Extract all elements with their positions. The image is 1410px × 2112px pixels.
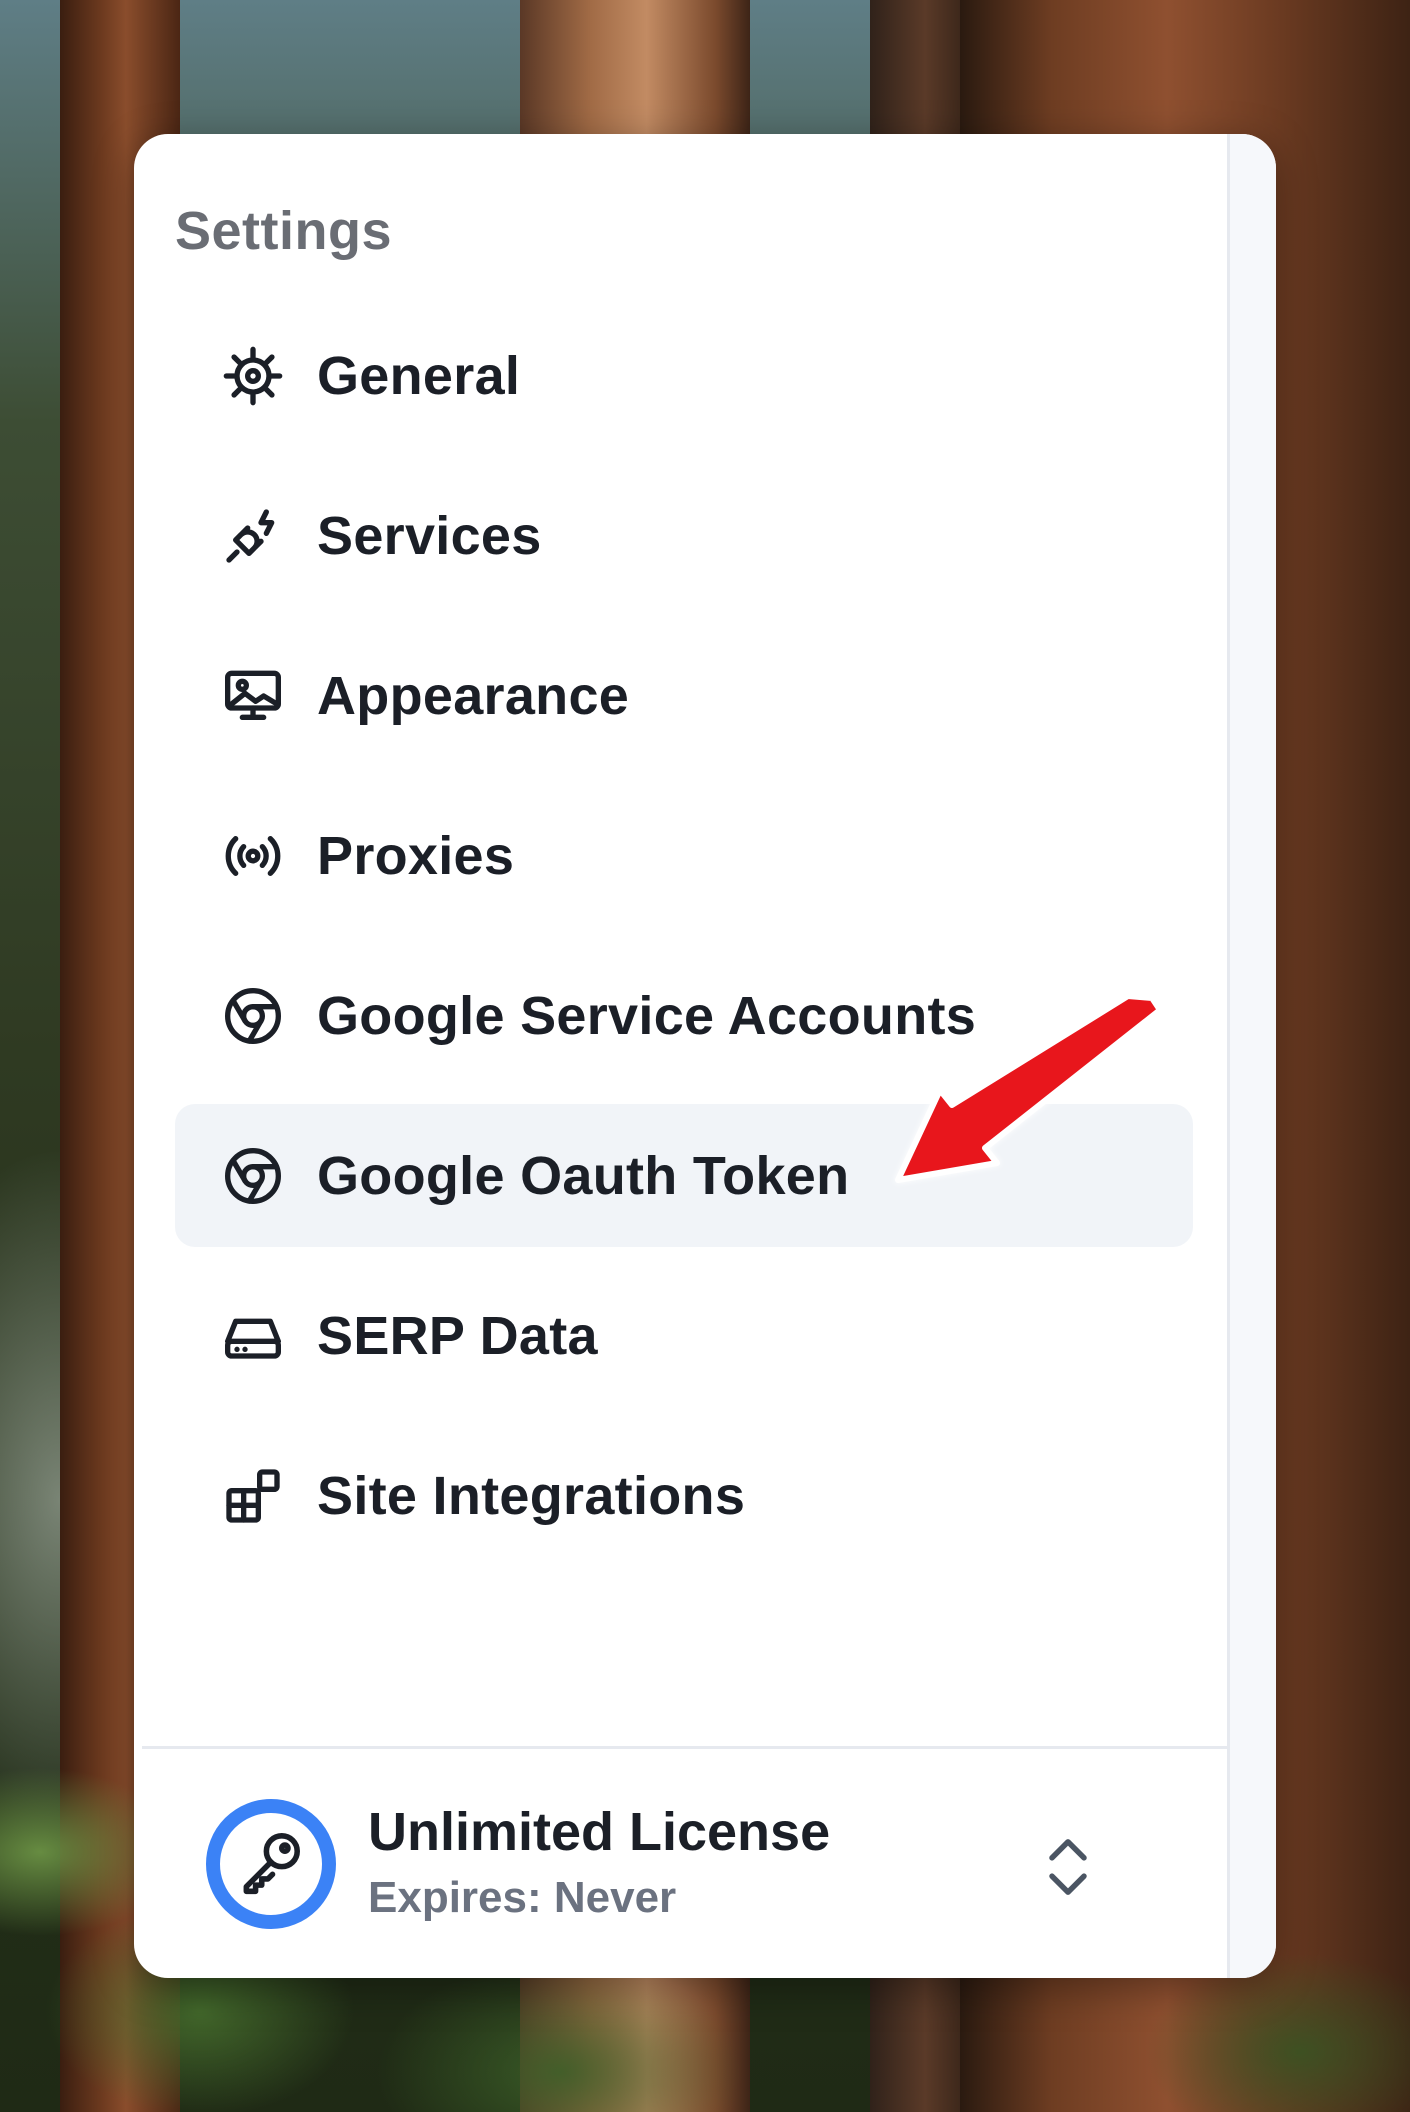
- nav-label: Services: [317, 505, 542, 566]
- chrome-icon: [221, 984, 285, 1048]
- gear-icon: [221, 344, 285, 408]
- settings-nav: General Services Appearance Proxies Goog…: [175, 304, 1193, 1584]
- license-switcher[interactable]: Unlimited License Expires: Never: [206, 1794, 1206, 1934]
- chrome-icon: [221, 1144, 285, 1208]
- nav-item-site-integrations[interactable]: Site Integrations: [175, 1424, 1193, 1567]
- nav-item-google-oauth-token[interactable]: Google Oauth Token: [175, 1104, 1193, 1247]
- monitor-image-icon: [221, 664, 285, 728]
- nav-label: General: [317, 345, 521, 406]
- hard-drive-icon: [221, 1304, 285, 1368]
- chevron-up-down-icon[interactable]: [1038, 1832, 1098, 1902]
- license-expiry: Expires: Never: [368, 1873, 677, 1922]
- key-icon: [234, 1825, 308, 1904]
- nav-label: Site Integrations: [317, 1465, 746, 1526]
- nav-item-appearance[interactable]: Appearance: [175, 624, 1193, 767]
- settings-sidebar: Settings General Services Appearance Pro…: [134, 134, 1276, 1978]
- footer-divider: [142, 1746, 1230, 1749]
- plug-icon: [221, 504, 285, 568]
- nav-label: Google Oauth Token: [317, 1145, 850, 1206]
- license-avatar: [206, 1799, 336, 1929]
- nav-label: Google Service Accounts: [317, 985, 977, 1046]
- nav-item-proxies[interactable]: Proxies: [175, 784, 1193, 927]
- license-info: Unlimited License Expires: Never: [368, 1800, 830, 1928]
- settings-heading: Settings: [175, 201, 393, 261]
- license-name: Unlimited License: [368, 1802, 831, 1862]
- nav-label: Appearance: [317, 665, 630, 726]
- apps-add-icon: [221, 1464, 285, 1528]
- nav-label: SERP Data: [317, 1305, 598, 1366]
- broadcast-icon: [221, 824, 285, 888]
- nav-item-services[interactable]: Services: [175, 464, 1193, 607]
- nav-item-serp-data[interactable]: SERP Data: [175, 1264, 1193, 1407]
- sidebar-edge: [1227, 134, 1276, 1978]
- nav-item-google-service-accounts[interactable]: Google Service Accounts: [175, 944, 1193, 1087]
- nav-item-general[interactable]: General: [175, 304, 1193, 447]
- nav-label: Proxies: [317, 825, 515, 886]
